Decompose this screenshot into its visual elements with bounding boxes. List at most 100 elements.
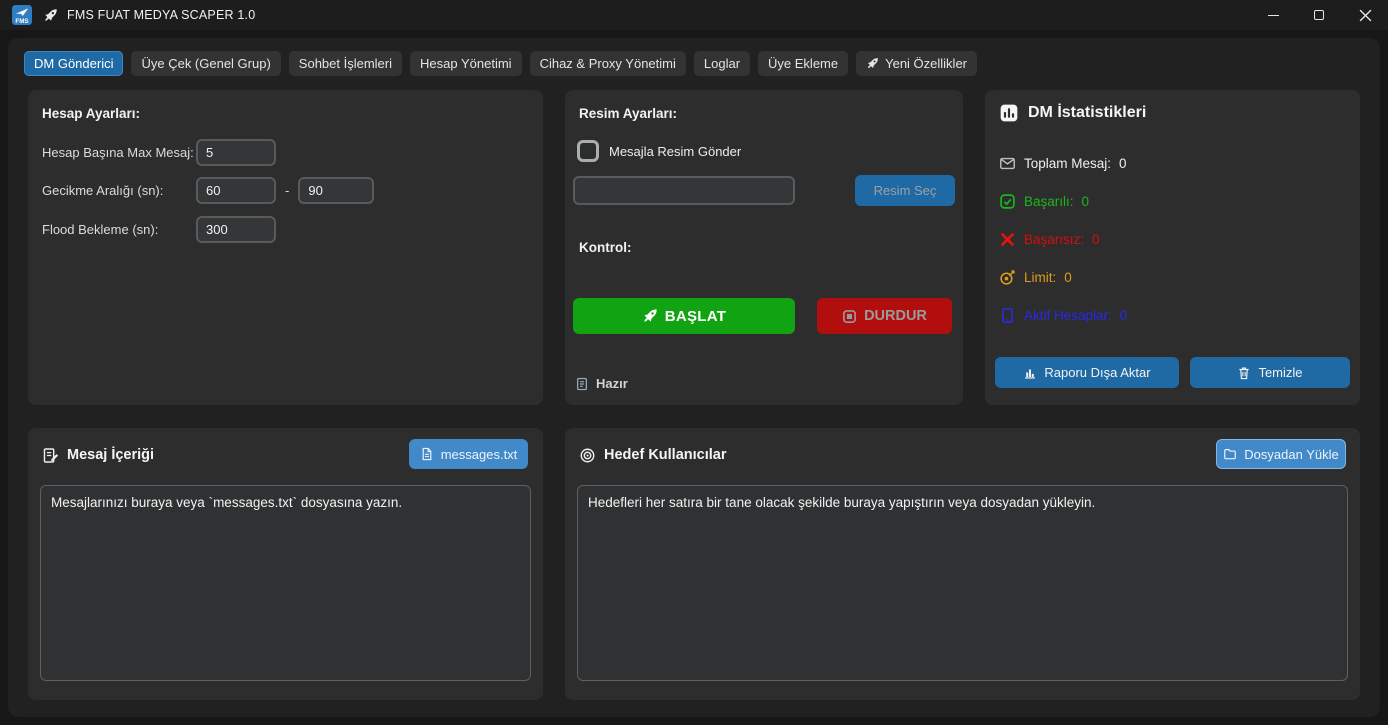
tab-yeni-ozellikler[interactable]: Yeni Özellikler [856, 51, 977, 76]
tab-bar: DM Gönderici Üye Çek (Genel Grup) Sohbet… [24, 51, 977, 76]
stat-basarisiz: Başarısız: 0 [999, 228, 1100, 250]
flood-label: Flood Bekleme (sn): [42, 222, 196, 237]
tab-cihaz-proxy-yonetimi[interactable]: Cihaz & Proxy Yönetimi [530, 51, 686, 76]
status-row: Hazır [575, 376, 628, 391]
send-image-checkbox[interactable] [577, 140, 599, 162]
field-row: Gecikme Aralığı (sn): - [42, 177, 374, 204]
button-label: Temizle [1258, 365, 1302, 380]
button-label: Dosyadan Yükle [1244, 447, 1338, 462]
maximize-icon [1314, 10, 1324, 20]
gecikme-max-input[interactable] [298, 177, 374, 204]
stat-value: 0 [1120, 308, 1128, 323]
minimize-icon [1268, 15, 1279, 16]
window-title: FMS FUAT MEDYA SCAPER 1.0 [67, 8, 255, 22]
range-separator: - [285, 183, 289, 198]
minimize-button[interactable] [1250, 0, 1296, 30]
temizle-button[interactable]: Temizle [1190, 357, 1350, 388]
panel-mesaj-icerigi: Mesaj İçeriği messages.txt Mesajlarınızı… [28, 428, 543, 700]
flood-input[interactable] [196, 216, 276, 243]
stats-chart-icon [999, 103, 1019, 123]
stat-label: Limit: [1024, 270, 1056, 285]
close-button[interactable] [1342, 0, 1388, 30]
panel-resim-ayarlari: Resim Ayarları: Mesajla Resim Gönder Res… [565, 90, 963, 405]
memo-icon [42, 447, 59, 464]
svg-text:FMS: FMS [15, 18, 28, 25]
stat-value: 0 [1092, 232, 1100, 247]
button-label: DURDUR [864, 308, 927, 324]
panel-hesap-ayarlari: Hesap Ayarları: Hesap Başına Max Mesaj: … [28, 90, 543, 405]
max-mesaj-input[interactable] [196, 139, 276, 166]
tab-label: Cihaz & Proxy Yönetimi [540, 51, 676, 76]
tab-uye-cek[interactable]: Üye Çek (Genel Grup) [131, 51, 280, 76]
gecikme-label: Gecikme Aralığı (sn): [42, 183, 196, 198]
raporu-disa-aktar-button[interactable]: Raporu Dışa Aktar [995, 357, 1179, 388]
button-label: BAŞLAT [665, 308, 727, 325]
document-icon [420, 447, 434, 461]
bar-chart-icon [1023, 366, 1037, 380]
tab-uye-ekleme[interactable]: Üye Ekleme [758, 51, 848, 76]
max-mesaj-label: Hesap Başına Max Mesaj: [42, 145, 196, 160]
button-label: messages.txt [441, 447, 518, 462]
checkbox-label: Mesajla Resim Gönder [609, 144, 741, 159]
tab-label: Üye Ekleme [768, 51, 838, 76]
target-icon [579, 447, 596, 464]
stat-value: 0 [1064, 270, 1072, 285]
phone-icon [999, 307, 1016, 324]
panel-dm-istatistikleri: DM İstatistikleri Toplam Mesaj: 0 Başarı… [985, 90, 1360, 405]
close-icon [1359, 9, 1372, 22]
stat-label: Başarısız: [1024, 232, 1084, 247]
messages-txt-button[interactable]: messages.txt [409, 439, 528, 469]
image-path-input[interactable] [573, 176, 795, 205]
panel-title: Resim Ayarları: [579, 106, 677, 121]
tab-hesap-yonetimi[interactable]: Hesap Yönetimi [410, 51, 522, 76]
stop-icon [842, 309, 857, 324]
clipboard-icon [575, 377, 589, 391]
main-container: DM Gönderici Üye Çek (Genel Grup) Sohbet… [8, 38, 1380, 717]
field-row: Flood Bekleme (sn): [42, 216, 276, 243]
panel-hedef-kullanicilar: Hedef Kullanıcılar Dosyadan Yükle Hedefl… [565, 428, 1360, 700]
dosyadan-yukle-button[interactable]: Dosyadan Yükle [1216, 439, 1346, 469]
tab-dm-gonderici[interactable]: DM Gönderici [24, 51, 123, 76]
x-mark-icon [999, 231, 1016, 248]
stat-value: 0 [1119, 156, 1127, 171]
tab-label: Üye Çek (Genel Grup) [141, 51, 270, 76]
tab-label: Hesap Yönetimi [420, 51, 512, 76]
panel-title: Hedef Kullanıcılar [604, 447, 726, 463]
maximize-button[interactable] [1296, 0, 1342, 30]
status-text: Hazır [596, 376, 628, 391]
rocket-icon [642, 308, 658, 324]
stat-label: Başarılı: [1024, 194, 1074, 209]
envelope-icon [999, 155, 1016, 172]
field-row: Hesap Başına Max Mesaj: [42, 139, 276, 166]
tab-label: Loglar [704, 51, 740, 76]
button-label: Resim Seç [874, 183, 937, 198]
rocket-icon [866, 57, 879, 70]
trash-icon [1237, 366, 1251, 380]
tab-label: Sohbet İşlemleri [299, 51, 392, 76]
panel-title: DM İstatistikleri [1028, 104, 1146, 122]
gecikme-min-input[interactable] [196, 177, 276, 204]
stat-value: 0 [1082, 194, 1090, 209]
stat-toplam-mesaj: Toplam Mesaj: 0 [999, 152, 1127, 174]
baslat-button[interactable]: BAŞLAT [573, 298, 795, 334]
stat-basarili: Başarılı: 0 [999, 190, 1089, 212]
stat-limit: Limit: 0 [999, 266, 1072, 288]
resim-sec-button[interactable]: Resim Seç [855, 175, 955, 206]
app-icon: FMS [12, 5, 32, 25]
durdur-button[interactable]: DURDUR [817, 298, 952, 334]
target-dart-icon [999, 269, 1016, 286]
tab-sohbet-islemleri[interactable]: Sohbet İşlemleri [289, 51, 402, 76]
tab-loglar[interactable]: Loglar [694, 51, 750, 76]
tab-label: Yeni Özellikler [885, 51, 967, 76]
title-bar: FMS FMS FUAT MEDYA SCAPER 1.0 [0, 0, 1388, 30]
folder-icon [1223, 447, 1237, 461]
target-users-textarea[interactable]: Hedefleri her satıra bir tane olacak şek… [577, 485, 1348, 681]
button-label: Raporu Dışa Aktar [1044, 365, 1150, 380]
tab-label: DM Gönderici [34, 51, 113, 76]
stat-aktif-hesaplar: Aktif Hesaplar: 0 [999, 304, 1127, 326]
message-content-textarea[interactable]: Mesajlarınızı buraya veya `messages.txt`… [40, 485, 531, 681]
kontrol-title: Kontrol: [579, 240, 631, 255]
stat-label: Aktif Hesaplar: [1024, 308, 1112, 323]
stat-label: Toplam Mesaj: [1024, 156, 1111, 171]
check-square-icon [999, 193, 1016, 210]
